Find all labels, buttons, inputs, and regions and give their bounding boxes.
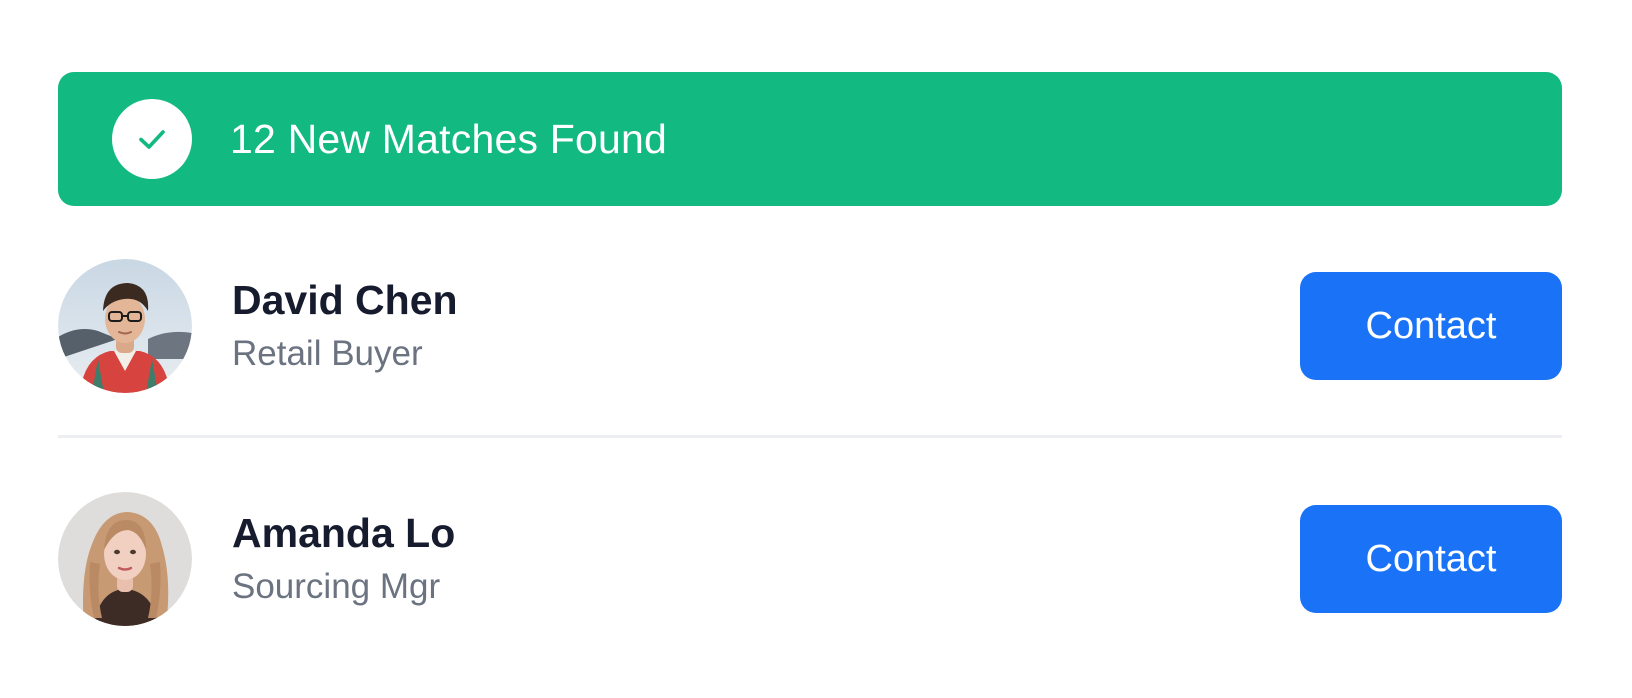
person-name: David Chen xyxy=(232,277,458,324)
person-details: David Chen Retail Buyer xyxy=(232,279,458,373)
match-row-david-chen: David Chen Retail Buyer Contact xyxy=(58,259,1562,393)
person-name: Amanda Lo xyxy=(232,510,456,557)
person-details: Amanda Lo Sourcing Mgr xyxy=(232,512,455,606)
person-role: Sourcing Mgr xyxy=(232,567,441,607)
person-role: Retail Buyer xyxy=(232,334,423,374)
contact-button[interactable]: Contact xyxy=(1300,272,1562,380)
match-info: Amanda Lo Sourcing Mgr xyxy=(58,492,455,626)
match-row-amanda-lo: Amanda Lo Sourcing Mgr Contact xyxy=(58,492,1562,626)
row-divider xyxy=(58,435,1562,438)
matches-found-banner: 12 New Matches Found xyxy=(58,72,1562,206)
contact-button[interactable]: Contact xyxy=(1300,505,1562,613)
match-list: David Chen Retail Buyer Contact Amanda L… xyxy=(58,259,1562,626)
matches-card: 12 New Matches Found David Chen Retail B… xyxy=(0,0,1632,698)
match-info: David Chen Retail Buyer xyxy=(58,259,458,393)
check-icon xyxy=(112,99,192,179)
avatar-photo-man xyxy=(58,259,192,393)
avatar-photo-woman xyxy=(58,492,192,626)
banner-text: 12 New Matches Found xyxy=(230,115,668,162)
